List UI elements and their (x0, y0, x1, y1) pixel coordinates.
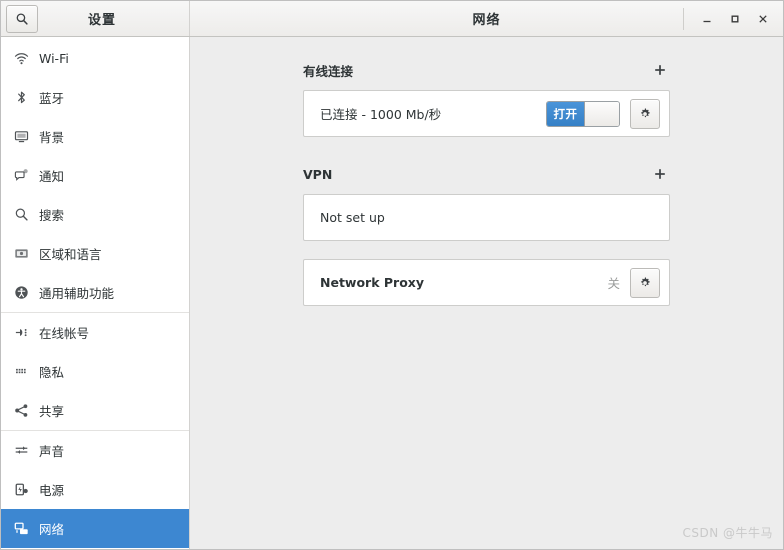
settings-sidebar: Wi-Fi 蓝牙 背景 通知 搜索 区域和语言 通用辅助功能 在线帐号 隐私 共… (1, 37, 190, 549)
maximize-icon (731, 15, 739, 22)
sidebar-item-label: 通用辅助功能 (39, 286, 115, 301)
window-body: Wi-Fi 蓝牙 背景 通知 搜索 区域和语言 通用辅助功能 在线帐号 隐私 共… (1, 37, 783, 549)
sidebar-item-label: 电源 (39, 483, 65, 498)
wired-toggle[interactable]: 打开 (546, 100, 620, 127)
proxy-row: Network Proxy 关 (304, 260, 669, 305)
search-button[interactable] (6, 5, 38, 33)
notification-icon (10, 168, 32, 183)
sidebar-item-bluetooth[interactable]: 蓝牙 (1, 78, 189, 117)
close-button[interactable] (749, 5, 777, 33)
sidebar-item-label: Wi-Fi (39, 51, 69, 66)
sidebar-item-label: 隐私 (39, 365, 65, 380)
sidebar-item-wifi[interactable]: Wi-Fi (1, 39, 189, 78)
sidebar-item-label: 共享 (39, 404, 65, 419)
controls-divider (683, 7, 684, 30)
sidebar-item-background[interactable]: 背景 (1, 117, 189, 156)
vpn-section-header: VPN (303, 163, 670, 185)
watermark: CSDN @牛牛马 (682, 526, 773, 540)
sidebar-header: 设置 (1, 1, 190, 36)
sidebar-item-label: 背景 (39, 130, 65, 145)
sidebar-item-label: 搜索 (39, 208, 65, 223)
proxy-status: 关 (607, 276, 620, 291)
search-icon (10, 207, 32, 222)
plus-icon (655, 169, 665, 179)
sidebar-item-power[interactable]: 电源 (1, 470, 189, 509)
bluetooth-icon (10, 90, 32, 105)
network-icon (10, 521, 32, 536)
wired-card: 已连接 - 1000 Mb/秒 打开 (303, 90, 670, 137)
wired-settings-button[interactable] (630, 98, 660, 129)
sidebar-item-label: 网络 (39, 522, 65, 537)
gear-icon (641, 107, 650, 117)
add-wired-button[interactable] (650, 60, 670, 80)
online-accounts-icon (10, 325, 32, 340)
sidebar-item-network[interactable]: 网络 (1, 509, 189, 548)
wired-section-header: 有线连接 (303, 59, 670, 81)
add-vpn-button[interactable] (650, 164, 670, 184)
sidebar-item-label: 区域和语言 (39, 247, 102, 262)
monitor-icon (10, 129, 32, 144)
sidebar-item-label: 声音 (39, 444, 65, 459)
sidebar-item-label: 蓝牙 (39, 91, 65, 106)
accessibility-icon (10, 285, 32, 300)
wired-toggle-label: 打开 (547, 101, 584, 126)
network-panel: 有线连接 已连接 - 1000 Mb/秒 打开 VPN Not set up N… (190, 37, 783, 549)
share-icon (10, 403, 32, 418)
vpn-card: Not set up (303, 194, 670, 241)
close-icon (759, 14, 767, 23)
sidebar-item-accessibility[interactable]: 通用辅助功能 (1, 273, 189, 312)
sidebar-item-sharing[interactable]: 共享 (1, 391, 189, 430)
minimize-icon (703, 20, 711, 22)
window-controls (683, 1, 783, 36)
minimize-button[interactable] (693, 5, 721, 33)
gear-icon (641, 276, 650, 286)
keyboard-icon (10, 246, 32, 261)
power-icon (10, 482, 32, 497)
search-icon (16, 13, 28, 25)
sound-icon (10, 443, 32, 458)
proxy-settings-button[interactable] (630, 267, 660, 298)
sidebar-item-label: 通知 (39, 169, 65, 184)
sidebar-item-search[interactable]: 搜索 (1, 195, 189, 234)
sidebar-item-privacy[interactable]: 隐私 (1, 352, 189, 391)
wifi-icon (10, 51, 32, 66)
wired-section-title: 有线连接 (303, 63, 354, 79)
sidebar-item-online-accounts[interactable]: 在线帐号 (1, 313, 189, 352)
panel-header: 网络 (190, 1, 783, 36)
proxy-title: Network Proxy (320, 275, 425, 290)
sidebar-item-region-language[interactable]: 区域和语言 (1, 234, 189, 273)
proxy-card: Network Proxy 关 (303, 259, 670, 306)
sidebar-item-sound[interactable]: 声音 (1, 431, 189, 470)
header-bar: 设置 网络 (1, 1, 783, 37)
plus-icon (655, 65, 665, 75)
maximize-button[interactable] (721, 5, 749, 33)
wired-toggle-knob (584, 101, 619, 126)
vpn-row: Not set up (304, 195, 669, 240)
network-panel-inner: 有线连接 已连接 - 1000 Mb/秒 打开 VPN Not set up N… (303, 37, 670, 306)
vpn-section-title: VPN (303, 166, 333, 182)
wired-connection-row: 已连接 - 1000 Mb/秒 打开 (304, 91, 669, 136)
wired-status-label: 已连接 - 1000 Mb/秒 (320, 107, 442, 122)
sidebar-item-label: 在线帐号 (39, 326, 90, 341)
privacy-icon (10, 364, 32, 379)
sidebar-item-notifications[interactable]: 通知 (1, 156, 189, 195)
vpn-status-label: Not set up (320, 210, 385, 225)
settings-window: 设置 网络 Wi-Fi 蓝牙 背景 通知 搜索 区域和语言 通用辅助功能 在线帐… (0, 0, 784, 550)
